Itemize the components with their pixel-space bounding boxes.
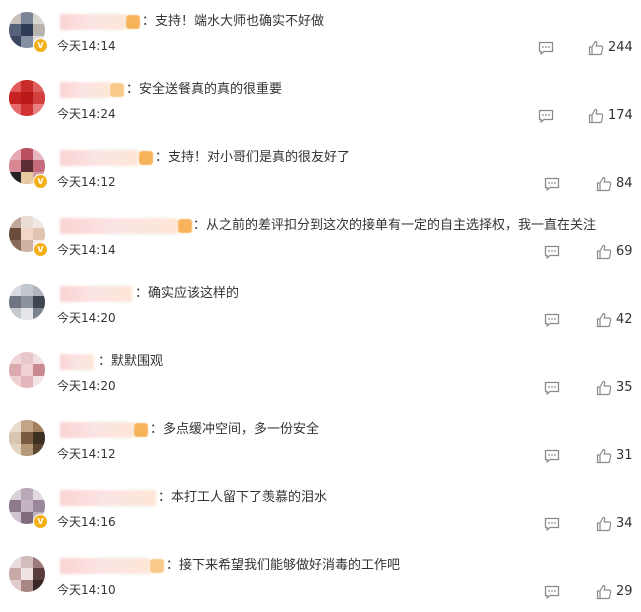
username-blurred[interactable] (60, 422, 134, 438)
like-count: 29 (616, 584, 633, 599)
comment-list: V ：支持！端水大师也确实不好做 今天14:14 244 ：安全送餐真的真的很重 (0, 0, 641, 602)
thumbs-up-icon[interactable] (596, 176, 612, 192)
avatar[interactable] (9, 420, 45, 456)
comment-text: ：从之前的差评扣分到这次的接单有一定的自主选择权，我一直在关注 (193, 218, 597, 233)
thumbs-up-icon[interactable] (596, 448, 612, 464)
comment-time: 今天14:24 (57, 107, 116, 121)
comment-icon[interactable] (544, 245, 560, 259)
like-count: 244 (608, 40, 633, 55)
username-blurred[interactable] (60, 558, 150, 574)
comment-item: V ：支持！对小哥们是真的很友好了 今天14:12 84 (0, 136, 641, 204)
verified-badge-icon: V (33, 242, 48, 257)
username-blurred[interactable] (60, 354, 94, 370)
comment-icon[interactable] (544, 585, 560, 599)
comment-item: V ：支持！端水大师也确实不好做 今天14:14 244 (0, 0, 641, 68)
comment-item: ：默默围观 今天14:20 35 (0, 340, 641, 408)
comment-time: 今天14:12 (57, 447, 116, 461)
comment-icon[interactable] (544, 381, 560, 395)
username-blurred[interactable] (60, 218, 178, 234)
comment-text: ：接下来希望我们能够做好消毒的工作吧 (166, 558, 401, 573)
verified-badge-icon: V (33, 514, 48, 529)
avatar[interactable] (9, 556, 45, 592)
thumbs-up-icon[interactable] (596, 244, 612, 260)
comment-icon[interactable] (544, 313, 560, 327)
thumbs-up-icon[interactable] (588, 40, 604, 56)
comment-item: ：确实应该这样的 今天14:20 42 (0, 272, 641, 340)
avatar[interactable] (9, 80, 45, 116)
fan-badge-icon (178, 219, 192, 233)
comment-time: 今天14:16 (57, 515, 116, 529)
fan-badge-icon (110, 83, 124, 97)
fan-badge-icon (139, 151, 153, 165)
like-count: 84 (616, 176, 633, 191)
comment-icon[interactable] (538, 41, 554, 55)
like-count: 34 (616, 516, 633, 531)
comment-icon[interactable] (544, 177, 560, 191)
comment-text: ：多点缓冲空间，多一份安全 (150, 422, 320, 437)
comment-text: ：默默围观 (98, 354, 164, 369)
verified-badge-icon: V (33, 174, 48, 189)
fan-badge-icon (126, 15, 140, 29)
thumbs-up-icon[interactable] (596, 584, 612, 600)
comment-text: ：安全送餐真的真的很重要 (126, 82, 283, 97)
thumbs-up-icon[interactable] (596, 380, 612, 396)
avatar[interactable] (9, 284, 45, 320)
fan-badge-icon (134, 423, 148, 437)
like-count: 174 (608, 108, 633, 123)
comment-time: 今天14:12 (57, 175, 116, 189)
like-count: 31 (616, 448, 633, 463)
thumbs-up-icon[interactable] (588, 108, 604, 124)
avatar[interactable] (9, 352, 45, 388)
comment-time: 今天14:14 (57, 39, 116, 53)
comment-time: 今天14:20 (57, 311, 116, 325)
comment-item: V ：本打工人留下了羡慕的泪水 今天14:16 34 (0, 476, 641, 544)
like-count: 42 (616, 312, 633, 327)
comment-text: ：支持！端水大师也确实不好做 (142, 14, 325, 29)
comment-item: V ：从之前的差评扣分到这次的接单有一定的自主选择权，我一直在关注 今天14:1… (0, 204, 641, 272)
username-blurred[interactable] (60, 14, 126, 30)
username-blurred[interactable] (60, 82, 110, 98)
comment-time: 今天14:20 (57, 379, 116, 393)
comment-icon[interactable] (544, 449, 560, 463)
fan-badge-icon (150, 559, 164, 573)
comment-item: ：多点缓冲空间，多一份安全 今天14:12 31 (0, 408, 641, 476)
like-count: 35 (616, 380, 633, 395)
comment-icon[interactable] (544, 517, 560, 531)
comment-text: ：确实应该这样的 (135, 286, 240, 301)
username-blurred[interactable] (60, 286, 132, 302)
comment-item: ：安全送餐真的真的很重要 今天14:24 174 (0, 68, 641, 136)
comment-time: 今天14:10 (57, 583, 116, 597)
comment-text: ：本打工人留下了羡慕的泪水 (158, 490, 328, 505)
thumbs-up-icon[interactable] (596, 312, 612, 328)
like-count: 69 (616, 244, 633, 259)
comment-icon[interactable] (538, 109, 554, 123)
thumbs-up-icon[interactable] (596, 516, 612, 532)
username-blurred[interactable] (60, 150, 138, 166)
username-blurred[interactable] (60, 490, 156, 506)
comment-time: 今天14:14 (57, 243, 116, 257)
verified-badge-icon: V (33, 38, 48, 53)
comment-text: ：支持！对小哥们是真的很友好了 (155, 150, 351, 165)
